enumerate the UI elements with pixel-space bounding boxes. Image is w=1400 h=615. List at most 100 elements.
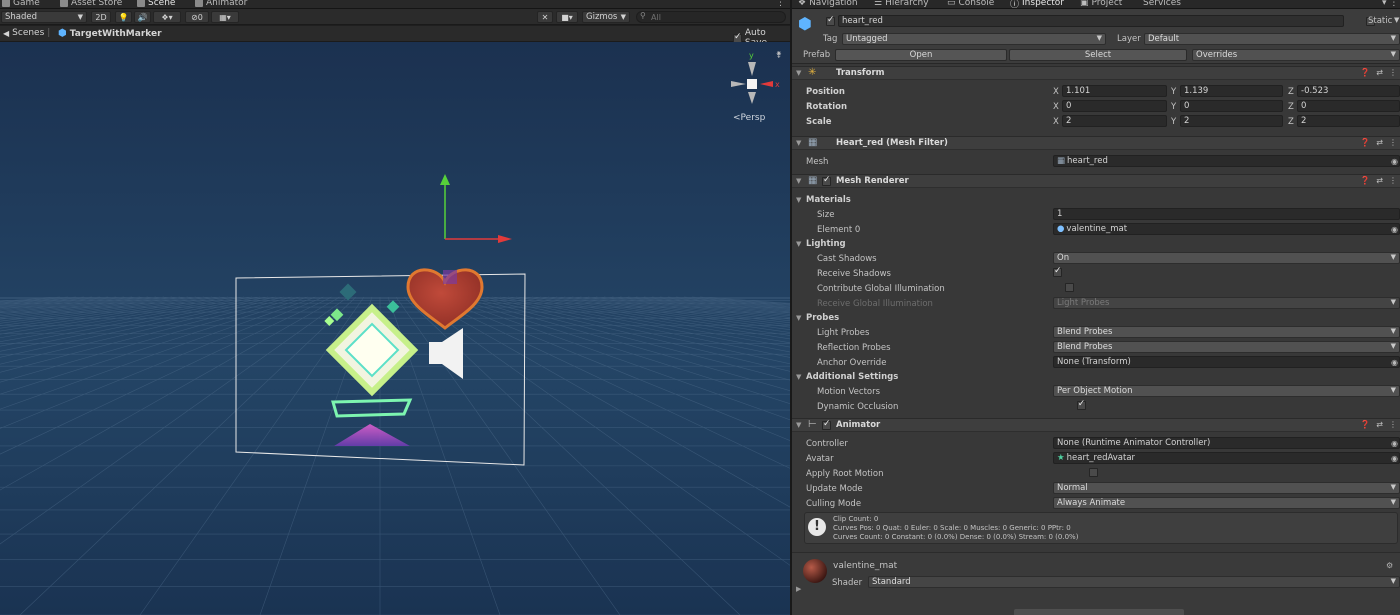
grid-toggle-icon[interactable]: ▦▾	[211, 11, 239, 23]
scale-x-label[interactable]: X	[1053, 117, 1059, 127]
reflection-probes-dropdown[interactable]: Blend Probes ▼	[1053, 341, 1400, 353]
preset-icon[interactable]: ⇄	[1376, 420, 1383, 429]
tab-project[interactable]: ▣ Project	[1080, 0, 1122, 9]
animator-component-header[interactable]: ▼ ⊢ Animator ❓⇄⋮	[792, 418, 1400, 432]
mesh-renderer-component-header[interactable]: ▼ ▦ Mesh Renderer ❓⇄⋮	[792, 174, 1400, 188]
foldout-arrow-icon[interactable]: ▼	[796, 240, 801, 248]
tab-services[interactable]: Services	[1140, 0, 1181, 9]
help-icon[interactable]: ❓	[1360, 138, 1370, 147]
object-picker-icon[interactable]: ◉	[1391, 157, 1398, 166]
kebab-menu-icon[interactable]: ⋮	[1389, 138, 1397, 147]
dynamic-occlusion-checkbox[interactable]	[1076, 399, 1086, 410]
material-settings-icon[interactable]: ⚙	[1386, 561, 1393, 570]
position-y-field[interactable]: 1.139	[1180, 85, 1283, 97]
foldout-arrow-icon[interactable]: ▼	[796, 314, 801, 322]
preset-icon[interactable]: ⇄	[1376, 68, 1383, 77]
object-picker-icon[interactable]: ◉	[1391, 358, 1398, 367]
motion-vectors-dropdown[interactable]: Per Object Motion ▼	[1053, 385, 1400, 397]
foldout-arrow-icon[interactable]: ▶	[796, 585, 801, 593]
apply-root-motion-checkbox[interactable]	[1088, 468, 1098, 477]
scene-viewport[interactable]: y x ⚵ <Persp	[0, 42, 790, 615]
scale-z-field[interactable]: 2	[1297, 115, 1400, 127]
add-component-button[interactable]	[1014, 609, 1184, 615]
active-checkbox[interactable]	[826, 15, 835, 26]
light-probes-dropdown[interactable]: Blend Probes ▼	[1053, 326, 1400, 338]
kebab-menu-icon[interactable]: ⋮	[1389, 420, 1397, 429]
lighting-foldout[interactable]: Lighting	[806, 239, 846, 249]
receive-shadows-checkbox[interactable]	[1053, 266, 1062, 277]
pos-y-label[interactable]: Y	[1171, 87, 1176, 97]
position-x-field[interactable]: 1.101	[1062, 85, 1167, 97]
pos-z-label[interactable]: Z	[1288, 87, 1294, 97]
tab-asset-store[interactable]: Asset Store	[60, 0, 122, 9]
effects-toggle-icon[interactable]: ❖▾	[153, 11, 181, 23]
open-prefab-button[interactable]: Open	[835, 49, 1007, 61]
kebab-menu-icon[interactable]: ⋮	[1389, 176, 1397, 185]
position-z-field[interactable]: -0.523	[1297, 85, 1400, 97]
object-name-field[interactable]: heart_red	[838, 15, 1344, 27]
audio-toggle-icon[interactable]: 🔊	[134, 11, 151, 23]
rot-x-label[interactable]: X	[1053, 102, 1059, 112]
mesh-field[interactable]: ▦ heart_red	[1053, 155, 1400, 167]
tag-dropdown[interactable]: Untagged ▼	[842, 33, 1106, 45]
tab-scene[interactable]: Scene	[137, 0, 175, 9]
rotation-x-field[interactable]: 0	[1062, 100, 1167, 112]
tab-console[interactable]: ▭ Console	[947, 0, 994, 9]
transform-component-header[interactable]: ▼ ✳ Transform ❓ ⇄ ⋮	[792, 66, 1400, 80]
scene-canvas[interactable]: y x ⚵ <Persp	[0, 42, 790, 615]
tools-icon[interactable]: ✕	[537, 11, 553, 23]
update-mode-dropdown[interactable]: Normal ▼	[1053, 482, 1400, 494]
breadcrumb-scenes[interactable]: ◀ Scenes |	[3, 28, 50, 38]
toggle-2d-button[interactable]: 2D	[91, 11, 111, 23]
culling-mode-dropdown[interactable]: Always Animate ▼	[1053, 497, 1400, 509]
contribute-gi-checkbox[interactable]	[1064, 283, 1074, 292]
cast-shadows-dropdown[interactable]: On ▼	[1053, 252, 1400, 264]
anchor-override-field[interactable]: None (Transform)	[1053, 356, 1400, 368]
mesh-renderer-enabled-checkbox[interactable]	[822, 175, 831, 186]
rotation-y-field[interactable]: 0	[1180, 100, 1283, 112]
scene-search-input[interactable]: All	[636, 11, 786, 23]
element0-field[interactable]: ● valentine_mat	[1053, 223, 1400, 235]
help-icon[interactable]: ❓	[1360, 420, 1370, 429]
scale-y-field[interactable]: 2	[1180, 115, 1283, 127]
preset-icon[interactable]: ⇄	[1376, 176, 1383, 185]
foldout-arrow-icon[interactable]: ▼	[796, 373, 801, 381]
pos-x-label[interactable]: X	[1053, 87, 1059, 97]
layer-dropdown[interactable]: Default ▼	[1144, 33, 1400, 45]
probes-foldout[interactable]: Probes	[806, 313, 839, 323]
controller-field[interactable]: None (Runtime Animator Controller)	[1053, 437, 1400, 449]
shader-dropdown[interactable]: Standard ▼	[868, 576, 1400, 588]
additional-settings-foldout[interactable]: Additional Settings	[806, 372, 898, 382]
projection-label[interactable]: <Persp	[733, 113, 766, 123]
object-picker-icon[interactable]: ◉	[1391, 225, 1398, 234]
scale-z-label[interactable]: Z	[1288, 117, 1294, 127]
scale-y-label[interactable]: Y	[1171, 117, 1176, 127]
tab-inspector[interactable]: ⓘ Inspector	[1010, 0, 1064, 10]
shading-mode-dropdown[interactable]: Shaded ▼	[1, 11, 87, 23]
foldout-arrow-icon[interactable]: ▼	[796, 421, 801, 429]
select-prefab-button[interactable]: Select	[1009, 49, 1187, 61]
object-picker-icon[interactable]: ◉	[1391, 439, 1398, 448]
kebab-menu-icon[interactable]: ⋮	[776, 0, 785, 9]
kebab-menu-icon[interactable]: ⋮	[1389, 68, 1397, 77]
tab-hierarchy[interactable]: ☰ Hierarchy	[874, 0, 929, 9]
materials-foldout[interactable]: Materials	[806, 195, 851, 205]
foldout-arrow-icon[interactable]: ▼	[796, 69, 801, 77]
panel-options-icon[interactable]: ▾ ⋮	[1382, 0, 1398, 9]
avatar-field[interactable]: ★ heart_redAvatar	[1053, 452, 1400, 464]
rot-y-label[interactable]: Y	[1171, 102, 1176, 112]
preset-icon[interactable]: ⇄	[1376, 138, 1383, 147]
help-icon[interactable]: ❓	[1360, 68, 1370, 77]
foldout-arrow-icon[interactable]: ▼	[796, 196, 801, 204]
chevron-down-icon[interactable]: ▼	[1394, 16, 1399, 24]
scale-x-field[interactable]: 2	[1062, 115, 1167, 127]
tab-animator[interactable]: Animator	[195, 0, 247, 9]
rotation-z-field[interactable]: 0	[1297, 100, 1400, 112]
gizmos-dropdown[interactable]: Gizmos ▼	[582, 11, 630, 23]
materials-size-field[interactable]: 1	[1053, 208, 1400, 220]
hidden-objects-toggle[interactable]: ⊘ 0	[185, 11, 209, 23]
foldout-arrow-icon[interactable]: ▼	[796, 177, 801, 185]
lighting-toggle-icon[interactable]: 💡	[115, 11, 132, 23]
animator-enabled-checkbox[interactable]	[822, 419, 831, 430]
tab-game[interactable]: Game	[2, 0, 40, 9]
